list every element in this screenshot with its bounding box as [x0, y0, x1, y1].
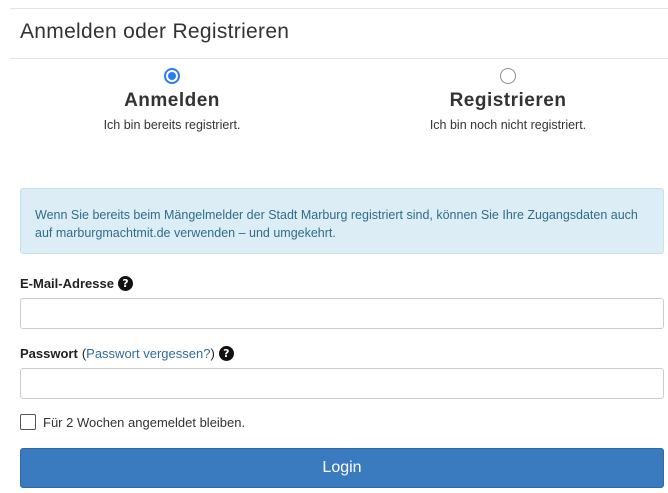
login-radio[interactable]: [164, 68, 180, 84]
forgot-paren-close: ): [210, 346, 215, 361]
forgot-password-link[interactable]: Passwort vergessen?: [86, 346, 210, 361]
remember-me[interactable]: Für 2 Wochen angemeldet bleiben.: [20, 414, 245, 430]
remember-label[interactable]: Für 2 Wochen angemeldet bleiben.: [43, 415, 245, 430]
header-divider: [10, 58, 668, 59]
login-choice[interactable]: Anmelden Ich bin bereits registriert.: [22, 68, 322, 132]
login-button[interactable]: Login: [20, 448, 664, 488]
register-choice[interactable]: Registrieren Ich bin noch nicht registri…: [358, 68, 658, 132]
email-field[interactable]: [20, 298, 664, 329]
password-label-text: Passwort: [20, 346, 78, 361]
email-label: E-Mail-Adresse ?: [20, 276, 133, 291]
info-alert: Wenn Sie bereits beim Mängelmelder der S…: [20, 188, 664, 254]
question-circle-icon[interactable]: ?: [218, 346, 234, 361]
register-radio[interactable]: [500, 68, 516, 84]
register-choice-title[interactable]: Registrieren: [358, 90, 658, 112]
login-register-page: Anmelden oder Registrieren Anmelden Ich …: [0, 0, 668, 493]
password-label: Passwort (Passwort vergessen?) ?: [20, 346, 234, 361]
top-divider: [10, 8, 668, 9]
password-field[interactable]: [20, 368, 664, 399]
login-choice-title[interactable]: Anmelden: [22, 90, 322, 112]
register-choice-subtitle: Ich bin noch nicht registriert.: [429, 118, 587, 132]
remember-checkbox[interactable]: [20, 414, 36, 430]
email-label-text: E-Mail-Adresse: [20, 276, 114, 291]
question-circle-icon[interactable]: ?: [117, 276, 133, 291]
page-title: Anmelden oder Registrieren: [20, 20, 290, 43]
login-choice-subtitle: Ich bin bereits registriert.: [103, 118, 241, 132]
